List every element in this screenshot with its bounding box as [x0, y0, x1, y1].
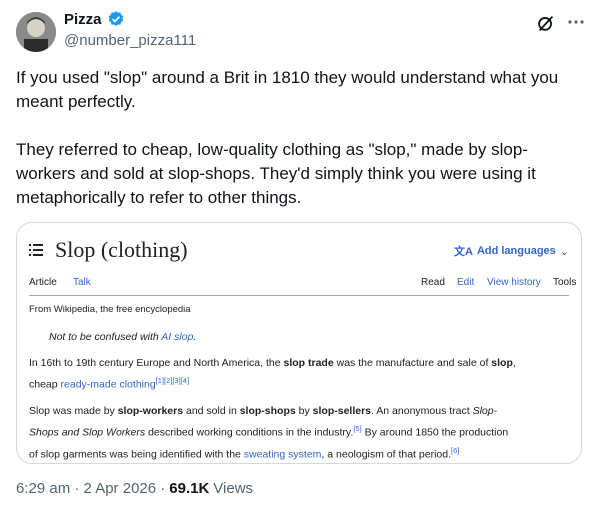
p2-text: By around 1850 the production — [361, 426, 509, 439]
author-handle[interactable]: @number_pizza111 — [64, 32, 196, 49]
wiki-paragraph-1: In 16th to 19th century Europe and North… — [29, 355, 569, 394]
avatar[interactable] — [16, 12, 56, 52]
tweet-text: If you used "slop" around a Brit in 1810… — [16, 66, 576, 210]
wiki-paragraph-2: Slop was made by slop-workers and sold i… — [29, 403, 569, 463]
p2-text: of slop garments was being identified wi… — [29, 448, 244, 460]
p2-italic: Slop- — [472, 405, 498, 417]
hatnote-suffix: . — [193, 331, 197, 343]
p1-text: cheap — [29, 378, 61, 391]
p2-ref: [6] — [451, 445, 460, 455]
translate-icon: 文A — [453, 246, 473, 258]
tweet-paragraph: If you used "slop" around a Brit in 1810… — [16, 68, 559, 111]
p1-bold: slop trade — [283, 357, 334, 369]
wiki-hatnote: Not to be confused with AI slop. — [49, 329, 581, 346]
p2-bold: slop-sellers — [312, 405, 372, 417]
p2-text: . An anonymous tract — [371, 405, 473, 417]
ready-made-clothing-link: ready-made clothing — [60, 378, 156, 391]
wiki-tabs: Article Talk Read Edit View history Tool… — [29, 275, 576, 296]
tweet-meta: 6:29 am · 2 Apr 2026 · 69.1K Views — [16, 480, 253, 497]
p2-text: and sold in — [183, 405, 240, 417]
p2-bold: slop-shops — [239, 405, 296, 417]
tweet-paragraph: They referred to cheap, low-quality clot… — [16, 140, 536, 207]
hatnote-text: Not to be confused with — [49, 331, 162, 343]
views-label: Views — [213, 480, 254, 497]
p1-text: was the manufacture and sale of — [333, 357, 492, 369]
tab-talk: Talk — [73, 277, 91, 288]
chevron-down-icon: ⌄ — [559, 245, 569, 258]
p2-text: , a neologism of that period. — [321, 448, 452, 460]
wiki-title: Slop (clothing) — [55, 237, 188, 262]
views-count: 69.1K — [169, 480, 210, 497]
p2-text: by — [295, 405, 313, 417]
p1-text: In 16th to 19th century Europe and North… — [29, 357, 284, 369]
avatar-image — [16, 12, 56, 52]
tab-read: Read — [421, 277, 445, 288]
author-name-row[interactable]: Pizza — [64, 10, 125, 28]
add-languages-label: Add languages — [476, 245, 556, 257]
p1-bold: slop — [491, 357, 513, 369]
p1-refs: [1][2][3][4] — [155, 376, 190, 385]
wiki-from: From Wikipedia, the free encyclopedia — [29, 304, 191, 315]
tweet-timestamp[interactable]: 6:29 am · 2 Apr 2026 · — [16, 480, 165, 497]
tab-view-history: View history — [487, 277, 541, 288]
tab-article: Article — [29, 277, 57, 288]
add-languages-button: 文A Add languages ⌄ — [454, 243, 569, 259]
hatnote-link: AI slop — [161, 331, 194, 343]
p2-ref: [5] — [353, 424, 362, 433]
p1-text: , — [512, 357, 516, 369]
media-image-card[interactable]: Slop (clothing) 文A Add languages ⌄ Artic… — [16, 222, 582, 464]
p2-bold: slop-workers — [117, 405, 184, 417]
p2-text: Slop was made by — [29, 405, 118, 417]
grok-icon[interactable] — [535, 12, 557, 34]
sweating-system-link: sweating system — [243, 448, 322, 460]
p2-text: described working conditions in the indu… — [145, 426, 354, 439]
author-name[interactable]: Pizza — [64, 11, 102, 28]
more-icon[interactable] — [566, 12, 586, 32]
hamburger-icon — [29, 244, 43, 256]
verified-badge-icon — [108, 11, 123, 26]
tab-edit: Edit — [457, 277, 475, 288]
wiki-title-row: Slop (clothing) — [29, 237, 188, 263]
tab-tools: Tools — [553, 277, 577, 288]
p2-italic: Shops and Slop Workers — [29, 426, 146, 439]
